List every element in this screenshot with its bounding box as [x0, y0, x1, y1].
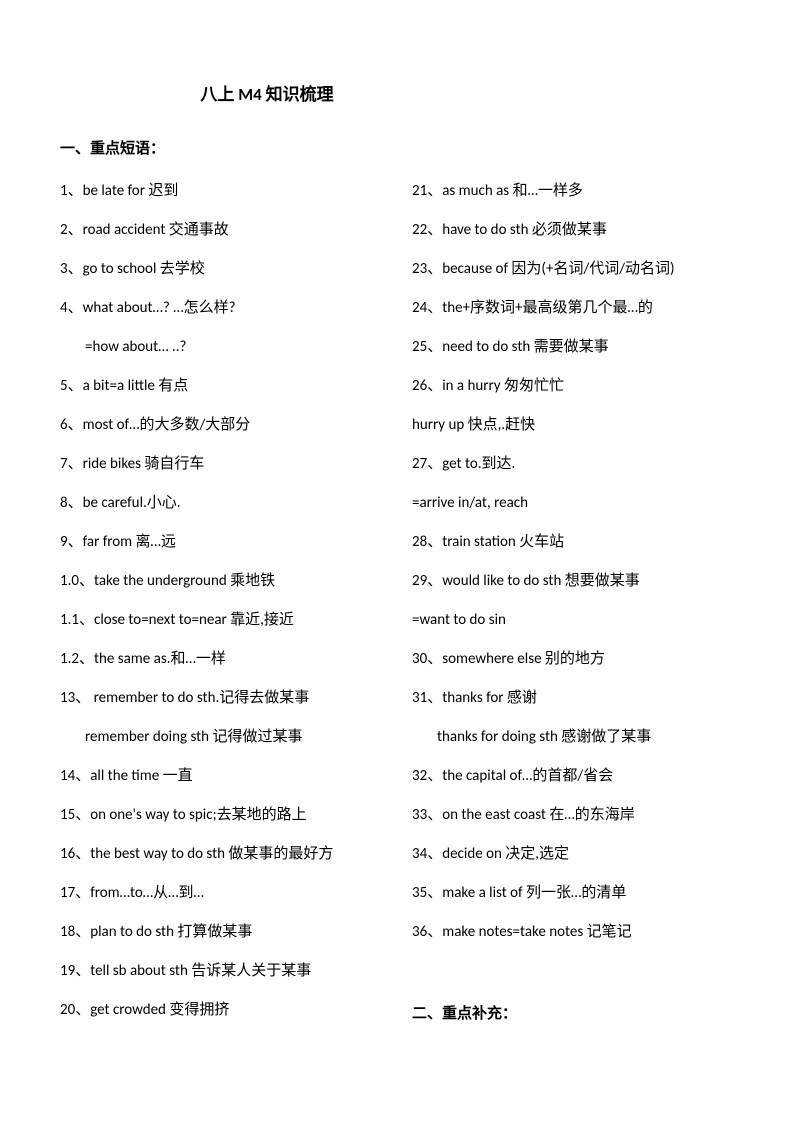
- vocab-item: 35、make a list of 列一张…的清单: [412, 884, 734, 904]
- vocab-item: =want to do sin: [412, 611, 734, 631]
- vocab-item: 24、the+序数词+最高级第几个最…的: [412, 299, 734, 319]
- vocab-item: 8、be careful.小心.: [60, 494, 382, 514]
- vocab-item: 14、all the time 一直: [60, 767, 382, 787]
- vocab-item: 31、thanks for 感谢: [412, 689, 734, 709]
- vocab-item: 25、need to do sth 需要做某事: [412, 338, 734, 358]
- vocab-item: 15、on one's way to spic;去某地的路上: [60, 806, 382, 826]
- vocab-item: hurry up 快点,.赶快: [412, 416, 734, 436]
- vocab-item: 32、the capital of…的首都/省会: [412, 767, 734, 787]
- vocab-item: 26、in a hurry 匆匆忙忙: [412, 377, 734, 397]
- vocab-item: 16、the best way to do sth 做某事的最好方: [60, 845, 382, 865]
- vocab-item: 2、road accident 交通事故: [60, 221, 382, 241]
- vocab-item: 23、because of 因为(+名词/代词/动名词): [412, 260, 734, 280]
- left-column: 1、be late for 迟到 2、road accident 交通事故 3、go…: [60, 182, 382, 1040]
- vocab-item: 36、make notes=take notes 记笔记: [412, 923, 734, 943]
- vocab-item: 19、tell sb about sth 告诉某人关于某事: [60, 962, 382, 982]
- vocab-item: 30、somewhere else 别的地方: [412, 650, 734, 670]
- vocab-item: 1.2、the same as.和…一样: [60, 650, 382, 670]
- vocab-item: 18、plan to do sth 打算做某事: [60, 923, 382, 943]
- section-2-header: 二、重点补充：: [412, 1002, 734, 1023]
- vocab-item: 7、ride bikes 骑自行车: [60, 455, 382, 475]
- document-title: 八上 M4 知识梳理: [60, 80, 734, 105]
- vocab-item: 5、a bit=a little 有点: [60, 377, 382, 397]
- vocab-item: 21、as much as 和…一样多: [412, 182, 734, 202]
- vocab-item: 27、get to.到达.: [412, 455, 734, 475]
- vocab-item: 1、be late for 迟到: [60, 182, 382, 202]
- vocab-item: remember doing sth 记得做过某事: [60, 728, 382, 748]
- right-column: 21、as much as 和…一样多 22、have to do sth 必须做…: [412, 182, 734, 1040]
- vocab-item: 9、far from 离…远: [60, 533, 382, 553]
- vocab-item: =arrive in/at, reach: [412, 494, 734, 514]
- vocab-item: 1.1、close to=next to=near 靠近,接近: [60, 611, 382, 631]
- vocab-item: 28、train station 火车站: [412, 533, 734, 553]
- vocab-item: 3、go to school 去学校: [60, 260, 382, 280]
- vocab-item: 20、get crowded 变得拥挤: [60, 1001, 382, 1021]
- vocab-item: 17、from…to…从…到…: [60, 884, 382, 904]
- vocab-item: 34、decide on 决定,选定: [412, 845, 734, 865]
- vocab-item: 1.0、take the underground 乘地铁: [60, 572, 382, 592]
- vocab-item: thanks for doing sth 感谢做了某事: [412, 728, 734, 748]
- vocab-item: 13、 remember to do sth.记得去做某事: [60, 689, 382, 709]
- vocab-item: 4、what about…? …怎么样?: [60, 299, 382, 319]
- vocab-item: 29、would like to do sth 想要做某事: [412, 572, 734, 592]
- vocab-item: 6、most of…的大多数/大部分: [60, 416, 382, 436]
- section-1-header: 一、重点短语：: [60, 137, 734, 158]
- vocab-item: 33、on the east coast 在…的东海岸: [412, 806, 734, 826]
- vocab-item: 22、have to do sth 必须做某事: [412, 221, 734, 241]
- vocab-item: =how about… ..?: [60, 338, 382, 358]
- vocabulary-columns: 1、be late for 迟到 2、road accident 交通事故 3、go…: [60, 182, 734, 1040]
